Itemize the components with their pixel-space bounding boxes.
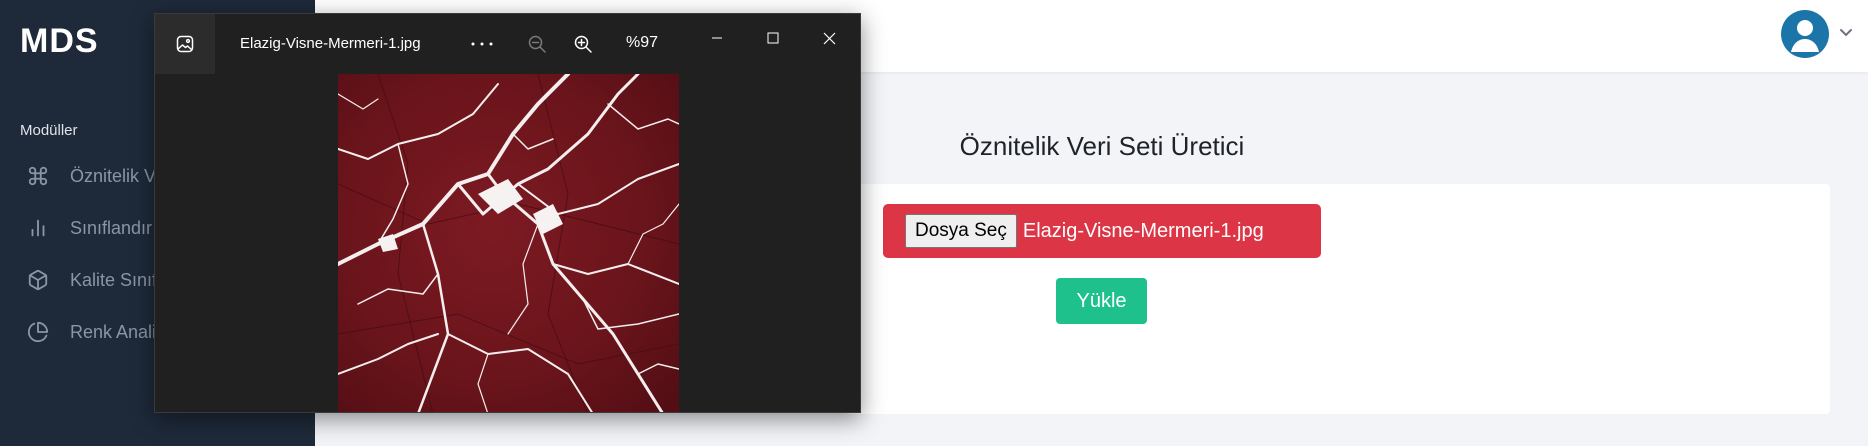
photos-app-icon[interactable] (155, 14, 215, 74)
zoom-level: %97 (626, 34, 659, 51)
sidebar-item-label: Sınıflandır (70, 217, 153, 238)
sidebar-item-label: Kalite Sınıf (70, 269, 158, 290)
photo-viewer-window[interactable]: Elazig-Visne-Mermeri-1.jpg %97 (154, 13, 861, 413)
upload-button[interactable]: Yükle (1056, 278, 1147, 324)
bar-chart-icon (26, 216, 50, 240)
minimize-icon[interactable] (695, 22, 739, 54)
cube-icon (26, 268, 50, 292)
chevron-down-icon[interactable] (1838, 24, 1854, 40)
marble-image (338, 74, 679, 412)
brand-logo[interactable]: MDS (20, 22, 99, 61)
viewer-title-bar[interactable]: Elazig-Visne-Mermeri-1.jpg %97 (155, 14, 860, 74)
viewer-file-title: Elazig-Visne-Mermeri-1.jpg (240, 35, 421, 52)
more-options-icon[interactable] (466, 28, 498, 60)
user-avatar-icon[interactable] (1781, 10, 1829, 58)
command-icon (26, 164, 50, 188)
choose-file-button[interactable]: Dosya Seç (905, 214, 1017, 248)
sidebar-item-label: Öznitelik V (70, 165, 157, 186)
sidebar-item-label: Renk Anali (70, 321, 157, 342)
page-title: Öznitelik Veri Seti Üretici (959, 131, 1245, 161)
close-icon[interactable] (807, 22, 851, 54)
selected-file-name: Elazig-Visne-Mermeri-1.jpg (1022, 219, 1264, 242)
section-label: Modüller (20, 122, 78, 139)
file-input[interactable]: Dosya Seç Elazig-Visne-Mermeri-1.jpg (883, 204, 1321, 258)
pie-chart-icon (26, 320, 50, 344)
maximize-icon[interactable] (751, 22, 795, 54)
zoom-in-icon[interactable] (567, 28, 599, 60)
zoom-out-icon[interactable] (521, 28, 553, 60)
